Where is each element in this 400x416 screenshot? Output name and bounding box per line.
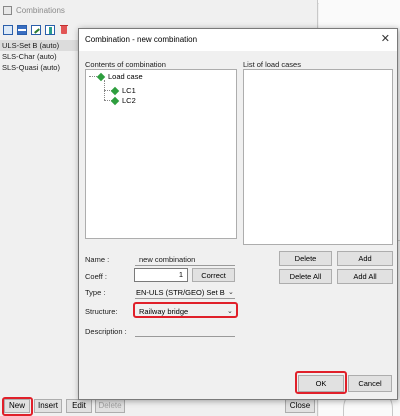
insert-icon[interactable] [45, 25, 55, 35]
cancel-button[interactable]: Cancel [348, 375, 392, 392]
close-button[interactable]: Close [285, 399, 315, 413]
close-icon[interactable]: ✕ [381, 32, 390, 45]
combinations-title: Combinations [16, 6, 65, 15]
type-select[interactable]: EN-ULS (STR/GEO) Set B [136, 288, 225, 297]
coeff-input[interactable]: 1 [134, 268, 188, 282]
load-case-list-label: List of load cases [243, 60, 301, 69]
trash-icon[interactable] [59, 25, 69, 35]
tree-node-label: LC1 [122, 86, 136, 95]
tree-node-root[interactable]: Load case [96, 72, 143, 82]
insert-button[interactable]: Insert [34, 399, 62, 413]
name-label: Name : [85, 255, 110, 264]
contents-tree[interactable]: Load case LC1 LC2 [85, 69, 237, 239]
description-underline [135, 336, 235, 337]
load-case-icon [96, 72, 106, 82]
name-field[interactable]: new combination [139, 255, 195, 264]
structure-select[interactable]: Railway bridge [139, 307, 188, 316]
correct-button[interactable]: Correct [192, 268, 235, 282]
delete-load-case-button[interactable]: Delete [279, 251, 332, 266]
delete-all-button[interactable]: Delete All [279, 269, 332, 284]
new-button[interactable]: New [4, 399, 30, 413]
load-case-icon [110, 86, 120, 96]
edit-button[interactable]: Edit [66, 399, 92, 413]
load-case-list[interactable] [243, 69, 393, 245]
combination-list: ULS-Set B (auto) SLS-Char (auto) SLS-Qua… [0, 40, 90, 73]
add-load-case-button[interactable]: Add [337, 251, 393, 266]
dialog-title-bar: Combination - new combination ✕ [79, 29, 397, 51]
load-case-icon [110, 96, 120, 106]
chevron-down-icon[interactable]: ⌄ [227, 307, 233, 315]
combinations-title-bar: Combinations [0, 4, 318, 18]
tree-node-label: Load case [108, 72, 143, 81]
table-icon[interactable] [3, 25, 13, 35]
add-all-button[interactable]: Add All [337, 269, 393, 284]
type-underline [135, 298, 235, 299]
list-item[interactable]: SLS-Char (auto) [0, 51, 90, 62]
structure-label: Structure: [85, 307, 118, 316]
chevron-down-icon[interactable]: ⌄ [228, 288, 234, 296]
combination-dialog: Combination - new combination ✕ Contents… [78, 28, 398, 400]
tree-node-label: LC2 [122, 96, 136, 105]
type-label: Type : [85, 288, 106, 297]
contents-label: Contents of combination [85, 60, 166, 69]
description-label: Description : [85, 327, 127, 336]
delete-button[interactable]: Delete [95, 399, 125, 413]
list-item[interactable]: SLS-Quasi (auto) [0, 62, 90, 73]
dialog-title: Combination - new combination [85, 35, 198, 44]
tree-node-lc1[interactable]: LC1 [110, 86, 136, 96]
tree-node-lc2[interactable]: LC2 [110, 96, 136, 106]
list-item[interactable]: ULS-Set B (auto) [0, 40, 90, 51]
list-icon[interactable] [17, 25, 27, 35]
app-icon [3, 6, 12, 15]
ok-button[interactable]: OK [298, 375, 344, 392]
name-underline [135, 265, 235, 266]
coeff-label: Coeff : [85, 272, 107, 281]
edit-icon[interactable] [31, 25, 41, 35]
